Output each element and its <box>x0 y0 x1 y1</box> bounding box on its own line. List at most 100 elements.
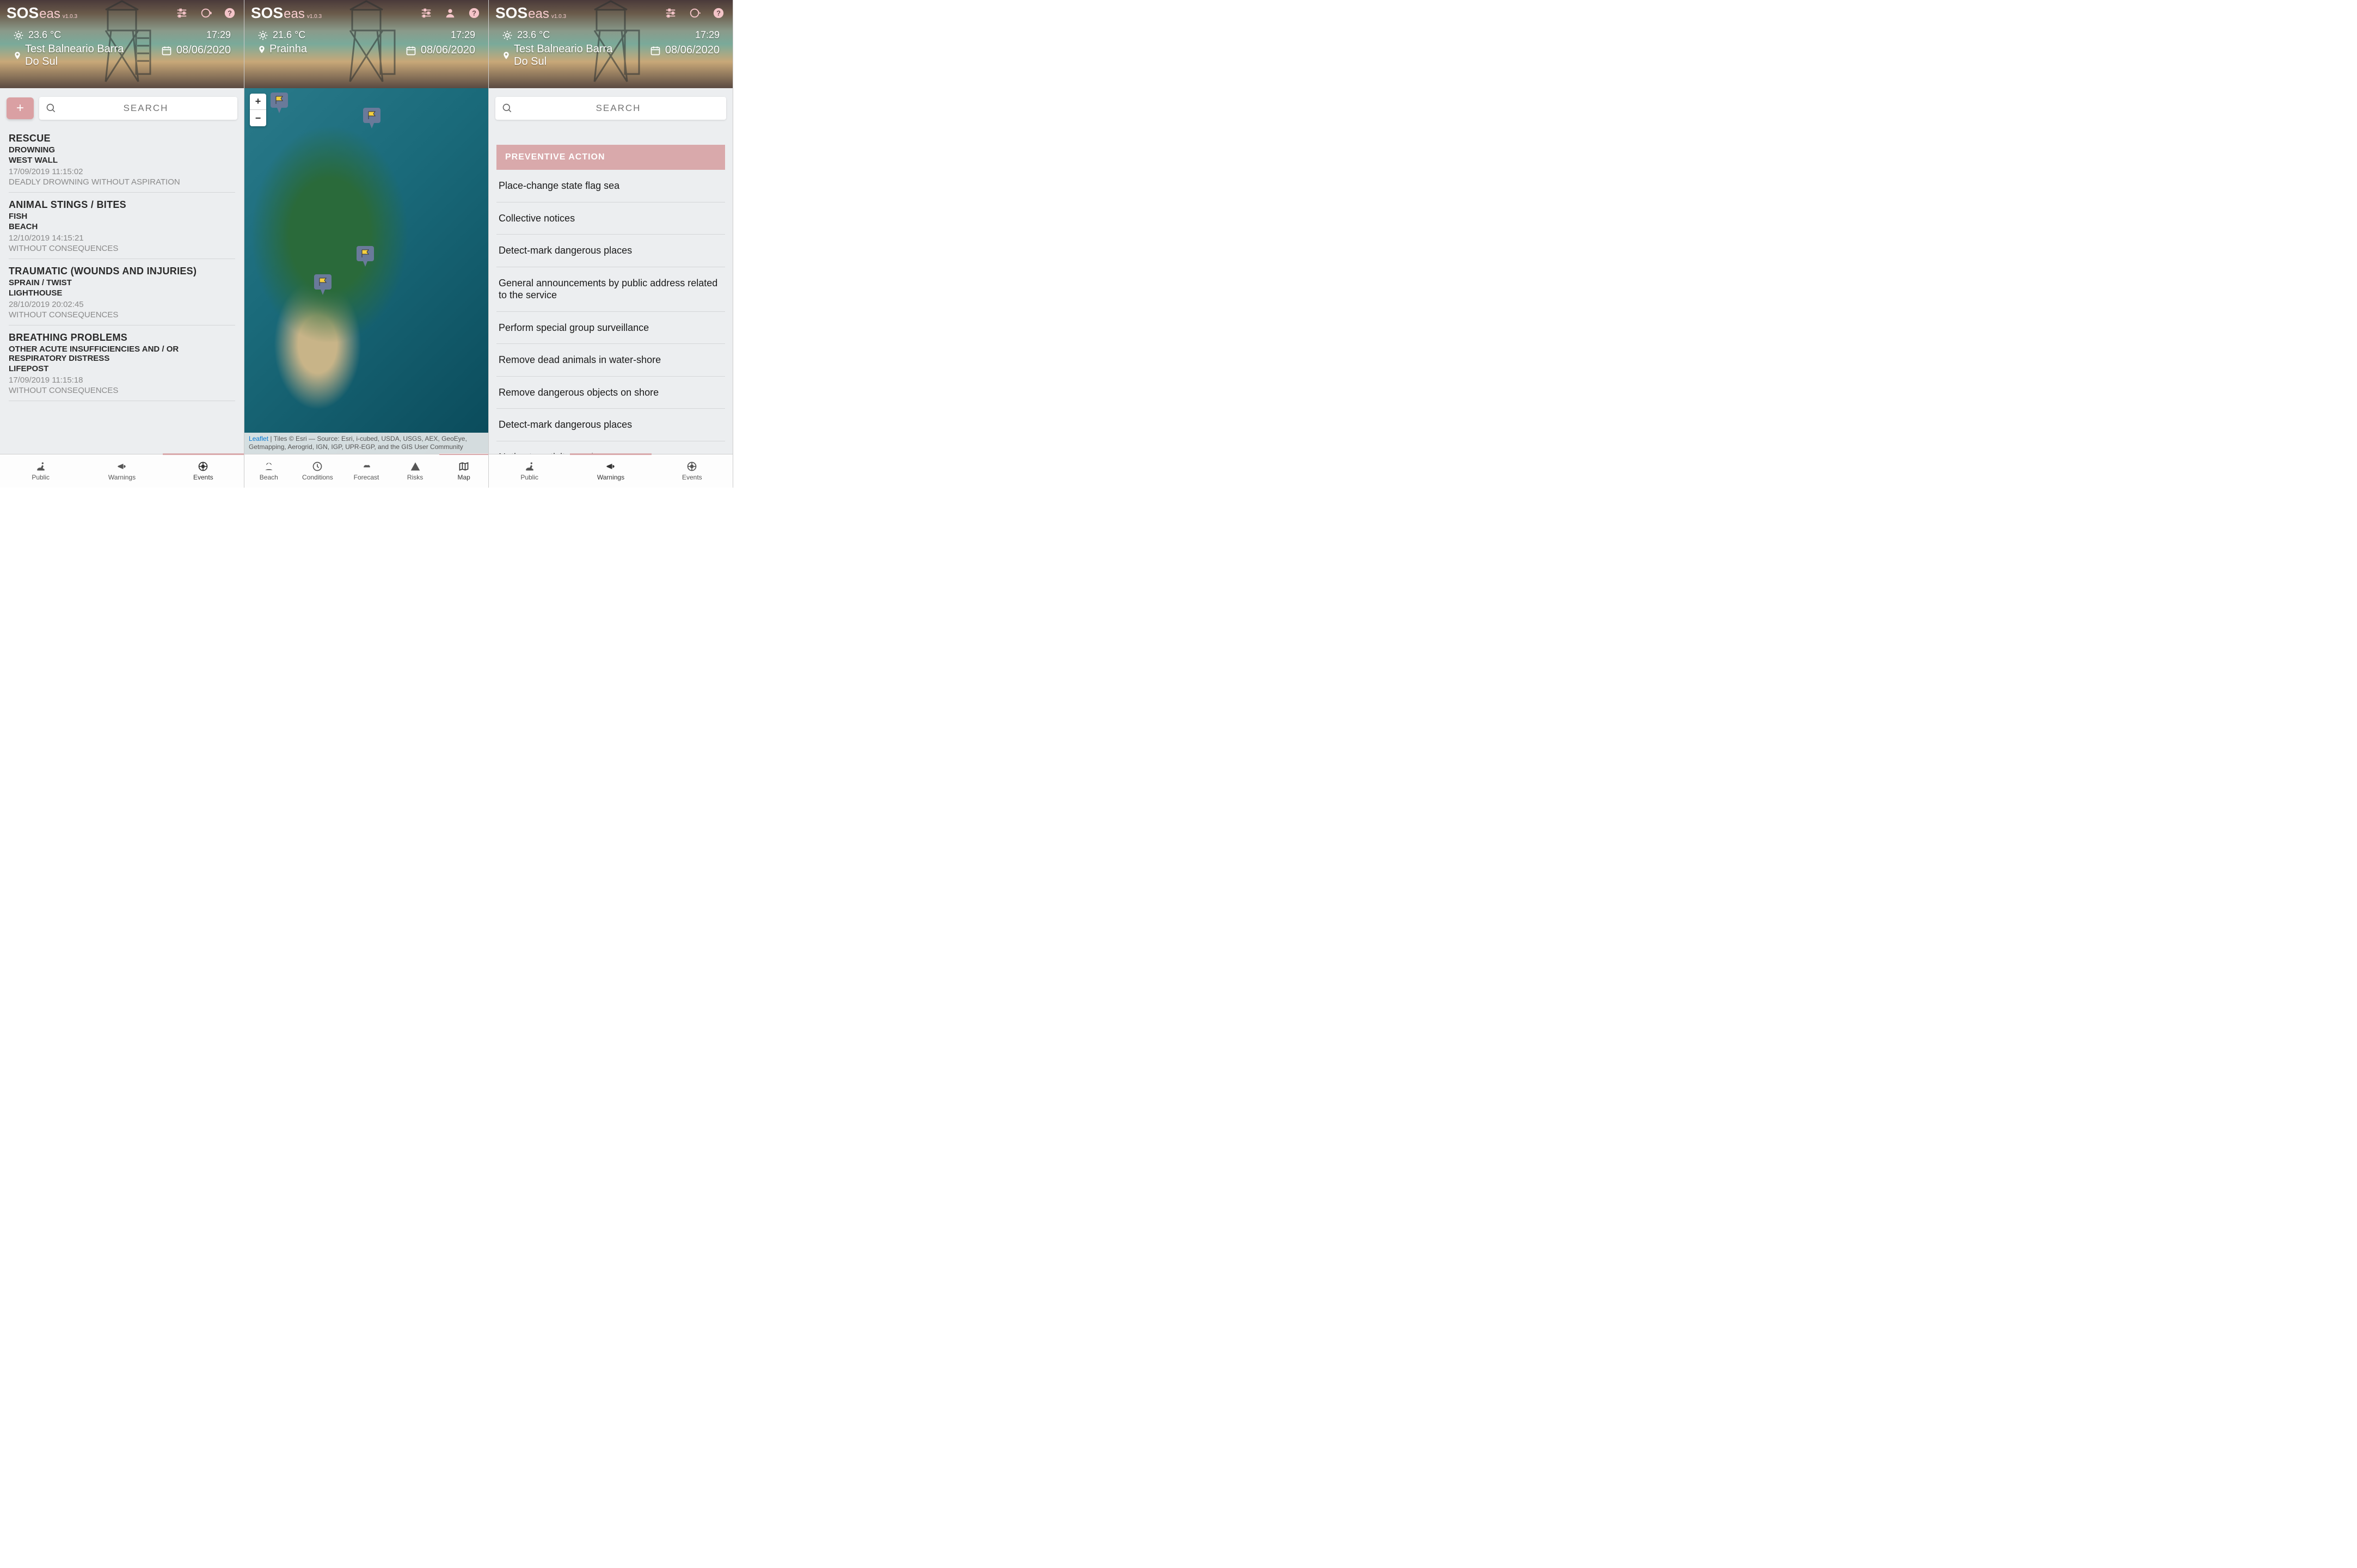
bottom-nav: Beach Conditions Forecast Risks Map <box>244 454 488 488</box>
map[interactable]: + − Leaflet | Tiles © Esri — Source: Esr… <box>244 88 488 454</box>
brand-part2: eas <box>284 7 305 22</box>
location[interactable]: Test Balneario Barra Do Sul <box>13 43 138 68</box>
nav-label: Warnings <box>597 474 624 481</box>
zoom-out-button[interactable]: − <box>250 110 266 126</box>
map-marker[interactable] <box>271 93 288 113</box>
leaflet-link[interactable]: Leaflet <box>249 435 268 442</box>
action-item[interactable]: Collective notices <box>496 202 725 235</box>
nav-label: Events <box>193 474 213 481</box>
calendar-icon <box>650 45 661 56</box>
map-marker[interactable] <box>357 246 374 267</box>
date[interactable]: 08/06/2020 <box>161 44 231 57</box>
action-item[interactable]: Detect-mark dangerous places <box>496 409 725 441</box>
action-item[interactable]: General announcements by public address … <box>496 267 725 312</box>
nav-warnings[interactable]: Warnings <box>570 454 651 488</box>
header: SOS eas v1.0.3 ? <box>0 0 244 88</box>
location-text: Prainha <box>269 43 307 56</box>
header: SOS eas v1.0.3 ? <box>489 0 733 88</box>
search-field[interactable] <box>495 97 726 120</box>
brand-part2: eas <box>39 7 60 22</box>
nav-active-indicator <box>570 453 651 455</box>
pin-icon <box>502 50 511 61</box>
time-value: 17:29 <box>406 29 475 41</box>
event-title: RESCUE <box>9 133 235 144</box>
temp-value: 21.6 °C <box>273 29 305 41</box>
event-item[interactable]: TRAUMATIC (WOUNDS AND INJURIES)SPRAIN / … <box>9 259 235 325</box>
plus-icon: + <box>16 101 24 116</box>
event-item[interactable]: RESCUEDROWNINGWEST WALL17/09/2019 11:15:… <box>9 126 235 193</box>
nav-public[interactable]: Public <box>0 454 81 488</box>
event-note: WITHOUT CONSEQUENCES <box>9 386 235 395</box>
zoom-control: + − <box>250 94 266 126</box>
screen-warnings: SOS eas v1.0.3 ? <box>489 0 733 488</box>
event-title: ANIMAL STINGS / BITES <box>9 199 235 211</box>
map-attribution: Leaflet | Tiles © Esri — Source: Esri, i… <box>244 433 488 454</box>
nav-events[interactable]: Events <box>163 454 244 488</box>
event-item[interactable]: BREATHING PROBLEMSOTHER ACUTE INSUFFICIE… <box>9 325 235 401</box>
nav-risks[interactable]: Risks <box>391 454 440 488</box>
header: SOS eas v1.0.3 ? <box>244 0 488 88</box>
temperature: 21.6 °C <box>257 29 307 41</box>
search-input[interactable] <box>517 103 720 114</box>
nav-active-indicator <box>163 453 244 455</box>
bottom-nav: Public Warnings Events <box>489 454 733 488</box>
brand-part1: SOS <box>7 4 39 22</box>
action-item[interactable]: Perform special group surveillance <box>496 312 725 345</box>
event-timestamp: 17/09/2019 11:15:18 <box>9 376 235 385</box>
location-text: Test Balneario Barra Do Sul <box>514 43 627 68</box>
map-marker[interactable] <box>363 108 380 128</box>
screen-events: SOS eas v1.0.3 ? <box>0 0 244 488</box>
help-icon[interactable]: ? <box>711 5 726 21</box>
nav-public[interactable]: Public <box>489 454 570 488</box>
action-item[interactable]: Detect-mark dangerous places <box>496 235 725 267</box>
nav-beach[interactable]: Beach <box>244 454 293 488</box>
location[interactable]: Prainha <box>257 43 307 56</box>
nav-label: Forecast <box>354 474 379 481</box>
app-brand: SOS eas v1.0.3 <box>7 4 77 22</box>
tune-icon[interactable] <box>174 5 189 21</box>
pin-icon <box>257 44 266 55</box>
nav-conditions[interactable]: Conditions <box>293 454 342 488</box>
help-icon[interactable]: ? <box>467 5 482 21</box>
date[interactable]: 08/06/2020 <box>406 44 475 57</box>
nav-map[interactable]: Map <box>439 454 488 488</box>
action-item[interactable]: Remove dangerous objects on shore <box>496 377 725 409</box>
svg-text:?: ? <box>716 9 721 17</box>
screen-map: SOS eas v1.0.3 ? <box>244 0 489 488</box>
calendar-icon <box>406 45 416 56</box>
nav-forecast[interactable]: Forecast <box>342 454 391 488</box>
add-button[interactable]: + <box>7 97 34 119</box>
search-field[interactable] <box>39 97 237 120</box>
refresh-icon[interactable] <box>198 5 213 21</box>
sun-icon <box>257 30 268 41</box>
attribution-text: | Tiles © Esri — Source: Esri, i-cubed, … <box>249 435 467 451</box>
action-item[interactable]: Place-change state flag sea <box>496 170 725 202</box>
brand-part2: eas <box>528 7 549 22</box>
tune-icon[interactable] <box>663 5 678 21</box>
nav-label: Map <box>458 474 470 481</box>
help-icon[interactable]: ? <box>222 5 237 21</box>
svg-text:?: ? <box>472 9 476 17</box>
user-icon[interactable] <box>443 5 458 21</box>
event-timestamp: 17/09/2019 11:15:02 <box>9 167 235 176</box>
event-sub2: LIFEPOST <box>9 364 235 373</box>
action-list: Place-change state flag seaCollective no… <box>489 170 733 454</box>
action-item[interactable]: Notice to activity teachers <box>496 441 725 454</box>
app-brand: SOS eas v1.0.3 <box>251 4 322 22</box>
date-value: 08/06/2020 <box>665 44 720 57</box>
date[interactable]: 08/06/2020 <box>650 44 720 57</box>
action-item[interactable]: Remove dead animals in water-shore <box>496 344 725 377</box>
event-item[interactable]: ANIMAL STINGS / BITESFISHBEACH12/10/2019… <box>9 193 235 259</box>
nav-warnings[interactable]: Warnings <box>81 454 162 488</box>
brand-part1: SOS <box>251 4 283 22</box>
event-timestamp: 28/10/2019 20:02:45 <box>9 300 235 309</box>
nav-events[interactable]: Events <box>652 454 733 488</box>
refresh-icon[interactable] <box>687 5 702 21</box>
search-input[interactable] <box>61 103 231 114</box>
map-marker[interactable] <box>314 274 332 295</box>
calendar-icon <box>161 45 172 56</box>
tune-icon[interactable] <box>419 5 434 21</box>
event-sub2: BEACH <box>9 222 235 231</box>
zoom-in-button[interactable]: + <box>250 94 266 110</box>
location[interactable]: Test Balneario Barra Do Sul <box>502 43 627 68</box>
